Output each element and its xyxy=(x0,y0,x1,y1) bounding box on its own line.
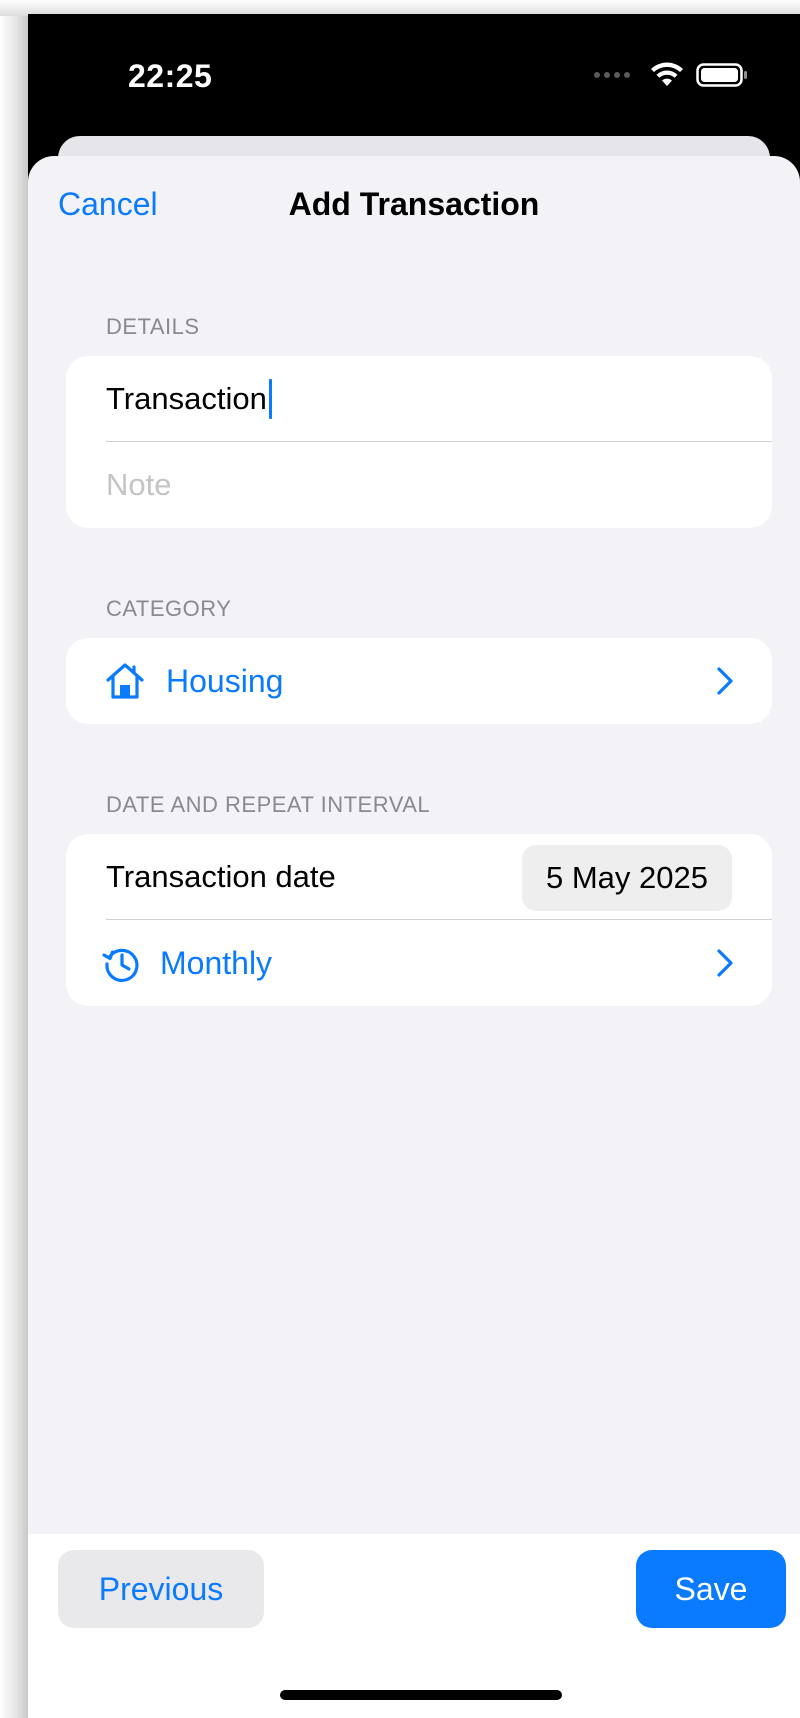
repeat-interval-row[interactable]: Monthly xyxy=(66,920,772,1006)
status-time: 22:25 xyxy=(128,58,213,94)
text-caret xyxy=(268,379,272,419)
transaction-date-label: Transaction date xyxy=(106,859,336,894)
clock-history-icon xyxy=(102,948,139,982)
transaction-name-field[interactable]: Transaction xyxy=(106,356,272,442)
details-card: Transaction Note xyxy=(66,356,772,528)
previous-button[interactable]: Previous xyxy=(58,1550,264,1628)
section-header-date-repeat: DATE AND REPEAT INTERVAL xyxy=(106,792,431,817)
transaction-date-row: Transaction date 5 May 2025 xyxy=(66,834,772,920)
note-field[interactable]: Note xyxy=(106,442,171,528)
cellular-signal-icon xyxy=(594,72,630,78)
transaction-name-row: Transaction xyxy=(66,356,772,442)
transaction-name-value: Transaction xyxy=(106,381,267,416)
section-header-details: DETAILS xyxy=(106,314,200,339)
category-card: Housing xyxy=(66,638,772,724)
date-repeat-card: Transaction date 5 May 2025 Monthly xyxy=(66,834,772,1006)
battery-icon xyxy=(696,63,747,87)
chevron-right-icon xyxy=(717,949,733,977)
repeat-interval-value: Monthly xyxy=(160,944,273,981)
section-header-category: CATEGORY xyxy=(106,596,232,621)
category-row[interactable]: Housing xyxy=(66,638,772,724)
note-row: Note xyxy=(66,442,772,528)
screenshot-page: 22:25 Cancel Add Transaction DETAILS Tra… xyxy=(0,0,800,1718)
page-title: Add Transaction xyxy=(288,186,540,222)
chevron-right-icon xyxy=(717,667,733,695)
bottom-toolbar: Previous Save xyxy=(28,1534,800,1718)
wifi-icon xyxy=(651,62,683,86)
house-icon xyxy=(106,663,144,699)
status-icons xyxy=(594,62,748,88)
phone-screen: 22:25 Cancel Add Transaction DETAILS Tra… xyxy=(28,14,800,1718)
frame-shadow-left xyxy=(0,0,28,1718)
save-button[interactable]: Save xyxy=(636,1550,786,1628)
add-transaction-sheet: Cancel Add Transaction DETAILS Transacti… xyxy=(28,156,800,1718)
home-indicator[interactable] xyxy=(280,1690,562,1700)
category-value: Housing xyxy=(166,662,284,699)
transaction-date-picker[interactable]: 5 May 2025 xyxy=(522,845,732,911)
